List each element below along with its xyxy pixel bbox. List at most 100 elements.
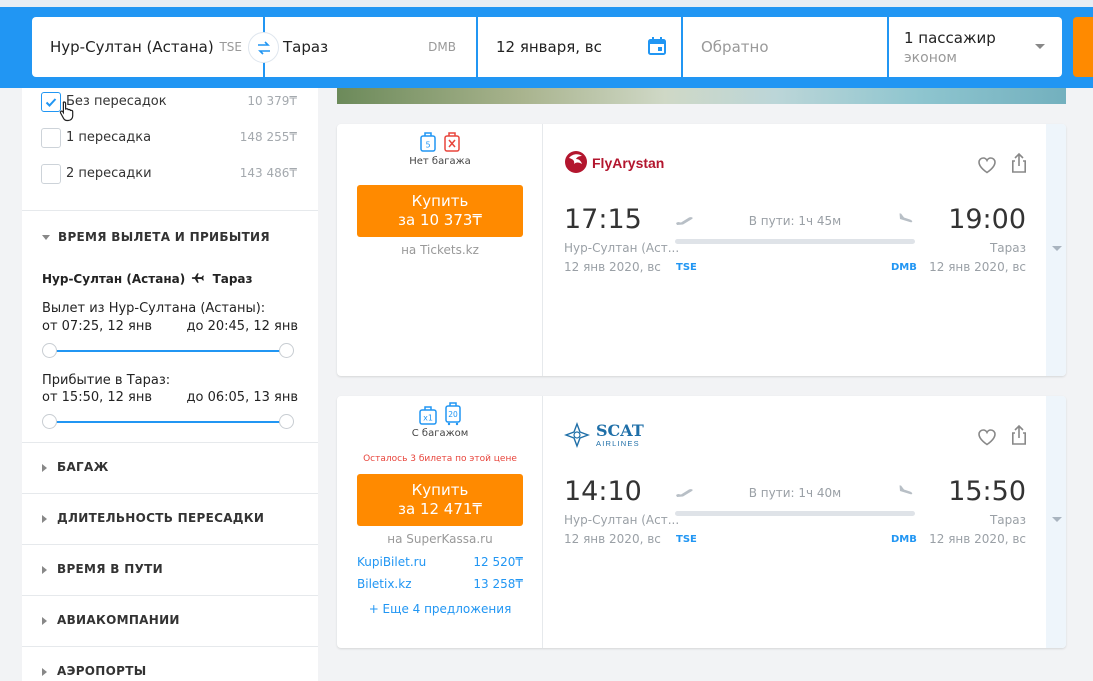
ticket-card[interactable]: x1 20 С багажом Осталось 3 билета по это… [337,396,1066,648]
passengers-field[interactable]: 1 пассажир эконом [889,17,1062,77]
departure-time: 17:15 [564,204,642,235]
ticket-buy-column: 5 Нет багажа Купить за 10 373₸ на Ticket… [337,124,543,376]
section-baggage[interactable]: БАГАЖ [42,460,109,474]
chevron-down-icon [42,235,50,240]
stops-price: 143 486₸ [239,166,297,180]
divider [22,595,318,596]
checkbox[interactable] [41,164,61,184]
section-title: ВРЕМЯ В ПУТИ [57,562,163,576]
chevron-down-icon [1035,44,1045,49]
arrival-date: 12 янв 2020, вс [929,260,1026,274]
no-baggage-icon [443,132,460,152]
destination-field[interactable]: Тараз DMB [265,17,476,77]
section-airports[interactable]: АЭРОПОРТЫ [42,664,146,678]
section-times[interactable]: ВРЕМЯ ВЫЛЕТА И ПРИБЫТИЯ [42,230,270,244]
departure-time: 14:10 [564,476,642,507]
slider-handle-max[interactable] [279,414,294,429]
departure-slider[interactable] [42,343,294,358]
slider-handle-min[interactable] [42,343,57,358]
divider [22,646,318,647]
offer-price[interactable]: 13 258₸ [473,577,523,591]
share-icon [1012,152,1026,173]
swap-icon[interactable] [248,32,279,63]
more-offers-link[interactable]: + Еще 4 предложения [337,602,543,616]
stops-filter-nonstop[interactable]: Без пересадок 10 379₸ [41,92,297,112]
heart-icon [978,157,996,174]
departure-date-field[interactable]: 12 января, вс [478,17,681,77]
ticket-buy-column: x1 20 С багажом Осталось 3 билета по это… [337,396,543,648]
offer-price[interactable]: 12 520₸ [473,555,523,569]
departure-to: до 20:45, 12 янв [186,319,298,334]
return-date-field[interactable]: Обратно [683,17,887,77]
chevron-right-icon [42,514,47,523]
hand-luggage-icon: x1 [419,406,438,425]
slider-handle-min[interactable] [42,414,57,429]
buy-label: Купить [411,481,469,499]
svg-text:x1: x1 [424,414,434,423]
search-button[interactable] [1073,17,1093,77]
arrival-date: 12 янв 2020, вс [929,532,1026,546]
section-title: ВРЕМЯ ВЫЛЕТА И ПРИБЫТИЯ [58,230,270,244]
arrival-code: DMB [891,534,917,545]
offer-row[interactable]: KupiBilet.ru 12 520₸ [357,555,523,569]
departure-date: 12 января, вс [496,38,602,56]
ad-banner[interactable] [337,88,1066,104]
stops-filter-1[interactable]: 1 пересадка 148 255₸ [41,128,297,148]
departure-date: 12 янв 2020, вс [564,532,661,546]
ticket-card[interactable]: 5 Нет багажа Купить за 10 373₸ на Ticket… [337,124,1066,376]
search-bar: Нур-Султан (Астана) TSE Тараз DMB 12 янв… [0,0,1093,88]
arrival-code: DMB [891,262,917,273]
stops-filter-2[interactable]: 2 пересадки 143 486₸ [41,164,297,184]
destination-city: Тараз [283,38,329,56]
svg-text:20: 20 [448,410,458,419]
section-airlines[interactable]: АВИАКОМПАНИИ [42,613,180,627]
section-title: АЭРОПОРТЫ [57,664,147,678]
slider-handle-max[interactable] [279,343,294,358]
route-from: Нур-Султан (Астана) [42,272,186,286]
flight-duration: В пути: 1ч 40м [748,486,842,500]
stops-label: 2 пересадки [66,166,152,181]
chevron-down-icon [1052,246,1062,251]
arrival-label: Прибытие в Тараз: [42,373,171,388]
offer-agency[interactable]: Biletix.kz [357,577,412,591]
expand-details[interactable] [1046,124,1066,376]
departure-label: Вылет из Нур-Султана (Астаны): [42,301,266,316]
departure-city: Нур-Султан (Аст... [564,241,680,255]
offer-row[interactable]: Biletix.kz 13 258₸ [357,577,523,591]
origin-city: Нур-Султан (Астана) [50,38,214,56]
baggage-icons: 5 [337,131,543,157]
arrival-slider[interactable] [42,414,294,429]
flight-duration: В пути: 1ч 45м [748,214,842,228]
airline-logo: FlyArystan [563,148,673,184]
baggage-icons: x1 20 [337,402,543,430]
chevron-right-icon [42,616,47,625]
card-actions [977,424,1028,450]
plane-icon [192,273,205,283]
stops-price: 148 255₸ [239,130,297,144]
arrival-time: 15:50 [948,476,1026,507]
checkbox[interactable] [41,128,61,148]
section-travel-time[interactable]: ВРЕМЯ В ПУТИ [42,562,163,576]
stops-label: 1 пересадка [66,130,152,145]
expand-details[interactable] [1046,396,1066,648]
section-layover-duration[interactable]: ДЛИТЕЛЬНОСТЬ ПЕРЕСАДКИ [42,511,264,525]
departure-from: от 07:25, 12 янв [42,319,153,334]
cabin-class: эконом [904,50,957,66]
filters-sidebar: Без пересадок 10 379₸ 1 пересадка 148 25… [22,88,318,681]
baggage-icon: 20 [444,402,461,426]
chevron-right-icon [42,565,47,574]
baggage-caption: С багажом [411,428,469,439]
airline-logo: SCAT AIRLINES [563,420,673,456]
buy-button[interactable]: Купить за 12 471₸ [357,474,523,526]
arrival-city: Тараз [989,513,1026,527]
buy-button[interactable]: Купить за 10 373₸ [357,185,523,237]
origin-code: TSE [219,40,242,54]
calendar-icon[interactable] [647,36,667,60]
hand-luggage-icon: 5 [420,132,437,152]
route-to: Тараз [212,272,253,286]
chevron-right-icon [42,667,47,676]
arrival-to: до 06:05, 13 янв [186,390,298,405]
offer-agency[interactable]: KupiBilet.ru [357,555,426,569]
seats-left-warning: Осталось 3 билета по этой цене [363,454,517,464]
origin-field[interactable]: Нур-Султан (Астана) TSE [32,17,263,77]
